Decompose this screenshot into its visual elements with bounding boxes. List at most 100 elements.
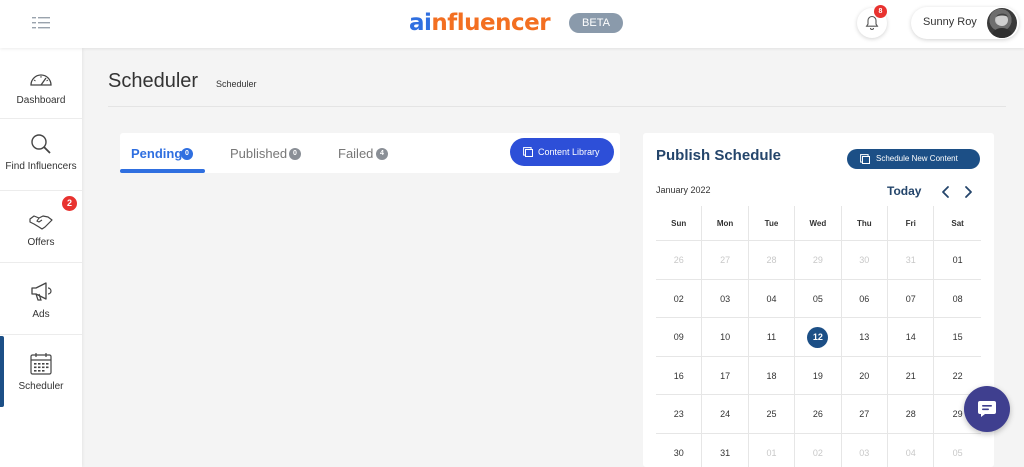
- day-number: 13: [859, 332, 870, 342]
- content-library-button[interactable]: Content Library: [510, 138, 614, 166]
- sidebar-item-find-influencers[interactable]: Find Influencers: [0, 120, 82, 191]
- calendar-day[interactable]: 15: [934, 318, 980, 356]
- chat-button[interactable]: [964, 386, 1010, 432]
- weekday-label: Sat: [951, 219, 964, 228]
- tab-label: Pending: [131, 146, 183, 161]
- schedule-button-label: Schedule New Content: [876, 154, 958, 163]
- gauge-icon: [30, 74, 52, 86]
- calendar-day[interactable]: 02: [795, 433, 842, 467]
- calendar-day[interactable]: 06: [842, 279, 888, 317]
- calendar-day[interactable]: 25: [749, 395, 796, 433]
- calendar-day[interactable]: 23: [656, 395, 703, 433]
- calendar-day[interactable]: 24: [702, 395, 749, 433]
- sidebar-item-label: Ads: [32, 309, 50, 320]
- calendar-day[interactable]: 27: [842, 395, 888, 433]
- today-button[interactable]: Today: [887, 184, 921, 198]
- handshake-icon: [29, 215, 53, 230]
- sidebar: Dashboard Find Influencers 2 Offers Ads: [0, 48, 82, 467]
- day-number: 01: [766, 447, 777, 458]
- day-number: 17: [720, 370, 731, 381]
- calendar-week-row: 23 24 25 26 27 28 29: [656, 395, 981, 434]
- library-icon: [523, 147, 533, 157]
- offers-count-badge: 2: [62, 196, 77, 211]
- schedule-new-content-button[interactable]: Schedule New Content: [847, 149, 980, 169]
- chevron-right-icon[interactable]: [962, 185, 974, 199]
- calendar-day[interactable]: 22: [934, 357, 980, 395]
- brand-logo[interactable]: ainfluencer: [409, 9, 551, 37]
- chevron-left-icon[interactable]: [940, 185, 952, 199]
- calendar-day[interactable]: 01: [934, 241, 980, 279]
- calendar-day[interactable]: 28: [888, 395, 935, 433]
- sidebar-item-label: Find Influencers: [5, 161, 77, 172]
- day-number: 24: [720, 409, 731, 419]
- day-number: 04: [905, 447, 916, 458]
- day-number: 05: [812, 293, 823, 304]
- day-number: 27: [859, 409, 870, 419]
- calendar-day[interactable]: 11: [749, 318, 796, 356]
- day-number: 09: [673, 332, 684, 342]
- calendar-day[interactable]: 28: [749, 241, 796, 279]
- user-name: Sunny Roy: [923, 16, 977, 28]
- calendar-day[interactable]: 19: [795, 356, 842, 394]
- calendar-week-row: 16 17 18 19 20 21 22: [656, 356, 981, 395]
- sidebar-item-ads[interactable]: Ads: [0, 264, 82, 335]
- calendar-day[interactable]: 05: [795, 279, 842, 317]
- day-number: 29: [952, 409, 963, 419]
- calendar-day[interactable]: 02: [656, 279, 703, 317]
- calendar-day-selected[interactable]: 12: [795, 318, 842, 356]
- add-content-icon: [860, 154, 870, 164]
- calendar-day[interactable]: 18: [749, 356, 796, 394]
- weekday-header: Sun Mon Tue Wed Thu Fri Sat: [656, 206, 981, 241]
- notifications-button[interactable]: 8: [857, 5, 887, 38]
- top-bar: ainfluencer BETA 8 Sunny Roy: [0, 0, 1024, 48]
- calendar-day[interactable]: 31: [702, 433, 749, 467]
- calendar-day[interactable]: 07: [888, 279, 935, 317]
- calendar-day[interactable]: 09: [656, 318, 703, 356]
- user-menu[interactable]: Sunny Roy: [911, 7, 1019, 39]
- calendar-day[interactable]: 10: [702, 318, 749, 356]
- calendar-week-row: 26 27 28 29 30 31 01: [656, 241, 981, 280]
- calendar-week-row: 09 10 11 12 13 14 15: [656, 318, 981, 357]
- panel-title: Publish Schedule: [656, 147, 782, 164]
- tab-pending[interactable]: Pending 0: [120, 133, 205, 173]
- calendar-day[interactable]: 13: [842, 318, 888, 356]
- calendar-day[interactable]: 17: [702, 356, 749, 394]
- page-title: Scheduler: [108, 70, 199, 92]
- calendar-day[interactable]: 29: [795, 241, 842, 279]
- content-library-label: Content Library: [538, 147, 600, 157]
- calendar-day[interactable]: 27: [702, 241, 749, 279]
- day-number: 18: [766, 370, 777, 381]
- sidebar-item-label: Scheduler: [18, 381, 64, 392]
- calendar-day[interactable]: 01: [749, 433, 796, 467]
- calendar-day[interactable]: 16: [656, 356, 703, 394]
- menu-toggle-icon[interactable]: [32, 16, 50, 30]
- sidebar-item-scheduler[interactable]: Scheduler: [0, 336, 82, 407]
- tab-failed[interactable]: Failed 4: [330, 133, 400, 173]
- tab-label: Published: [230, 146, 288, 161]
- day-number: 30: [673, 447, 684, 458]
- calendar-day[interactable]: 26: [656, 241, 703, 279]
- calendar-day[interactable]: 30: [842, 241, 888, 279]
- calendar-day[interactable]: 08: [934, 280, 980, 318]
- sidebar-item-offers[interactable]: 2 Offers: [0, 192, 82, 263]
- calendar-day[interactable]: 31: [888, 241, 935, 279]
- day-number: 19: [812, 370, 823, 381]
- breadcrumb[interactable]: Scheduler: [216, 79, 257, 89]
- calendar-day[interactable]: 30: [656, 433, 703, 467]
- sidebar-item-dashboard[interactable]: Dashboard: [0, 48, 82, 119]
- calendar-day[interactable]: 04: [749, 279, 796, 317]
- day-number: 02: [673, 293, 684, 304]
- day-number: 08: [952, 293, 963, 304]
- calendar-day[interactable]: 20: [842, 356, 888, 394]
- weekday-label: Sun: [656, 206, 703, 240]
- tab-count-badge: 0: [181, 148, 193, 160]
- calendar-day[interactable]: 03: [702, 279, 749, 317]
- calendar-day[interactable]: 05: [934, 434, 980, 467]
- calendar-day[interactable]: 03: [842, 433, 888, 467]
- calendar-day[interactable]: 14: [888, 318, 935, 356]
- calendar-day[interactable]: 21: [888, 356, 935, 394]
- tab-published[interactable]: Published 0: [220, 133, 310, 173]
- calendar-day[interactable]: 26: [795, 395, 842, 433]
- tab-label: Failed: [338, 146, 374, 161]
- calendar-day[interactable]: 04: [888, 433, 935, 467]
